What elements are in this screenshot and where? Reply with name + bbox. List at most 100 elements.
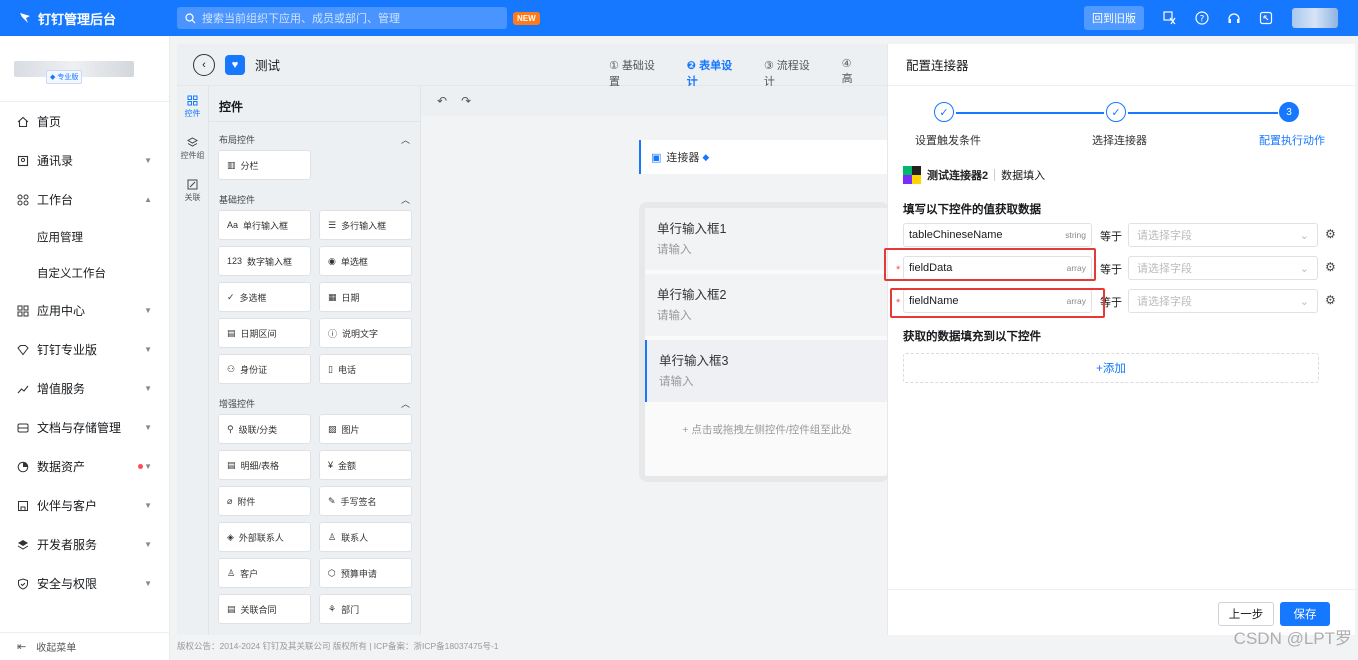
nav-item-app-center[interactable]: 应用中心 ▼ [0, 291, 169, 330]
drawer-title: 配置连接器 [888, 44, 1355, 86]
nav-sub-app-manage[interactable]: 应用管理 [0, 219, 169, 255]
group-title-layout[interactable]: 布局控件 ︿ [209, 128, 420, 150]
widget-signature[interactable]: ✎ 手写签名 [319, 486, 412, 516]
group-title-basic[interactable]: 基础控件 ︿ [209, 188, 420, 210]
connector-logo [903, 166, 921, 184]
prev-step-button[interactable]: 上一步 [1218, 602, 1274, 626]
widget-customer[interactable]: ♙ 客户 [218, 558, 311, 588]
param-field: tableChineseName string [903, 223, 1092, 247]
tab-advanced[interactable]: ④ 高 [842, 57, 865, 89]
rail-item-relation[interactable]: 关联 [177, 170, 208, 212]
search-placeholder: 搜索当前组织下应用、成员或部门、管理 [202, 13, 400, 25]
nav-label: 增值服务 [37, 382, 86, 396]
widget-text-input[interactable]: Aa 单行输入框 [218, 210, 311, 240]
app-title: 测试 [255, 59, 281, 73]
nav-item-value-added[interactable]: 增值服务 ▼ [0, 369, 169, 408]
widget-number-input[interactable]: 123 数字输入框 [218, 246, 311, 276]
widget-date[interactable]: ▦ 日期 [319, 282, 412, 312]
headset-icon[interactable] [1218, 11, 1250, 25]
widget-columns[interactable]: ▥ 分栏 [218, 150, 311, 180]
partner-icon [17, 500, 29, 512]
nav-item-partners[interactable]: 伙伴与客户 ▼ [0, 486, 169, 525]
undo-icon[interactable]: ↶ [437, 94, 447, 108]
chevron-down-icon: ▼ [144, 423, 152, 432]
gear-icon[interactable]: ⚙ [1325, 227, 1336, 241]
tab-form-design[interactable]: ❷ 表单设计 [687, 57, 742, 89]
widget-budget[interactable]: ⬡ 预算申请 [319, 558, 412, 588]
form-field-selected[interactable]: 单行输入框3 请输入 [645, 340, 889, 402]
back-button[interactable]: ‹ [193, 53, 215, 76]
chevron-left-icon: ‹ [202, 58, 206, 71]
nav-item-home[interactable]: 首页 [0, 102, 169, 141]
widget-external-contact[interactable]: ◈ 外部联系人 [218, 522, 311, 552]
drawer-stepper: ✓ ✓ 3 设置触发条件 选择连接器 配置执行动作 [888, 86, 1355, 160]
action-name: 数据填入 [1001, 170, 1046, 182]
nav-item-storage[interactable]: 文档与存储管理 ▼ [0, 408, 169, 447]
tab-flow-design[interactable]: ③ 流程设计 [764, 57, 820, 89]
redo-icon[interactable]: ↷ [461, 94, 471, 108]
widget-checkbox[interactable]: ✓ 多选框 [218, 282, 311, 312]
form-field[interactable]: 单行输入框2 请输入 [645, 274, 889, 336]
nav-item-security[interactable]: 安全与权限 ▼ [0, 564, 169, 603]
widget-date-range[interactable]: ▤ 日期区间 [218, 318, 311, 348]
nav-item-data-assets[interactable]: 数据资产 ▼ [0, 447, 169, 486]
step-label-trigger: 设置触发条件 [915, 135, 981, 147]
form-preview: 单行输入框1 请输入 单行输入框2 请输入 单行输入框3 请输入 + 点击或拖拽… [639, 202, 889, 482]
org-switcher[interactable]: ◆ 专业版 [0, 36, 169, 102]
chevron-down-icon: ▼ [144, 345, 152, 354]
gear-icon[interactable]: ⚙ [1325, 260, 1336, 274]
form-field[interactable]: 单行输入框1 请输入 [645, 208, 889, 270]
rail-label: 关联 [184, 193, 201, 202]
operator-label: 等于 [1100, 264, 1122, 276]
nav-item-contacts[interactable]: 通讯录 ▼ [0, 141, 169, 180]
field-select[interactable]: 请选择字段 ⌄ [1128, 256, 1318, 280]
drop-hint[interactable]: + 点击或拖拽左侧控件/控件组至此处 [645, 406, 889, 437]
widget-department[interactable]: ⚘ 部门 [319, 594, 412, 624]
contact-card-icon: ◈ [227, 531, 234, 542]
layers-icon [17, 539, 29, 551]
rail-item-widgets[interactable]: 控件 [177, 86, 208, 128]
person-icon: ♙ [328, 531, 337, 542]
tab-basic-settings[interactable]: ① 基础设置 [609, 57, 665, 89]
widget-radio[interactable]: ◉ 单选框 [319, 246, 412, 276]
fullscreen-icon[interactable] [1250, 11, 1282, 25]
add-button[interactable]: +添加 [903, 353, 1319, 383]
nav-label: 文档与存储管理 [37, 421, 122, 435]
widget-phone[interactable]: ▯ 电话 [319, 354, 412, 384]
widget-id-card[interactable]: ⚇ 身份证 [218, 354, 311, 384]
help-icon[interactable]: ? [1186, 11, 1218, 25]
widget-textarea[interactable]: ☰ 多行输入框 [319, 210, 412, 240]
field-select[interactable]: 请选择字段 ⌄ [1128, 223, 1318, 247]
nav-sub-custom-workbench[interactable]: 自定义工作台 [0, 255, 169, 291]
avatar[interactable] [1292, 8, 1338, 28]
save-button[interactable]: 保存 [1280, 602, 1330, 626]
field-select[interactable]: 请选择字段 ⌄ [1128, 289, 1318, 313]
select-placeholder: 请选择字段 [1137, 263, 1192, 275]
step-line [1128, 112, 1278, 114]
connector-bar[interactable]: ▣ 连接器 ◆ [639, 140, 889, 174]
widget-cascade[interactable]: ⚲ 级联/分类 [218, 414, 311, 444]
widget-panel: 控件 布局控件 ︿ ▥ 分栏 基础控件 ︿ Aa 单行输入框 ☰ 多行输入框 123 数字输… [209, 86, 421, 635]
section-title-output: 获取的数据填充到以下控件 [903, 331, 1041, 343]
nav-item-dingtalk-pro[interactable]: 钉钉专业版 ▼ [0, 330, 169, 369]
brand[interactable]: 钉钉管理后台 [0, 9, 170, 28]
columns-icon: ▥ [227, 159, 236, 170]
nav-item-developer[interactable]: 开发者服务 ▼ [0, 525, 169, 564]
widget-image[interactable]: ▨ 图片 [319, 414, 412, 444]
divider [994, 169, 996, 181]
connector-info: 测试连接器2 数据填入 [888, 162, 1355, 188]
rail-item-widget-groups[interactable]: 控件组 [177, 128, 208, 170]
widget-contract[interactable]: ▤ 关联合同 [218, 594, 311, 624]
widget-description[interactable]: ⓘ 说明文字 [319, 318, 412, 348]
widget-attachment[interactable]: ⌀ 附件 [218, 486, 311, 516]
collapse-menu-button[interactable]: ⇤ 收起菜单 [0, 632, 170, 660]
gear-icon[interactable]: ⚙ [1325, 293, 1336, 307]
widget-detail-table[interactable]: ▤ 明细/表格 [218, 450, 311, 480]
widget-contact[interactable]: ♙ 联系人 [319, 522, 412, 552]
old-version-button[interactable]: 回到旧版 [1084, 6, 1144, 30]
widget-amount[interactable]: ¥ 金额 [319, 450, 412, 480]
search-input[interactable]: 搜索当前组织下应用、成员或部门、管理 [177, 7, 507, 29]
translate-icon[interactable] [1154, 11, 1186, 25]
group-title-enhanced[interactable]: 增强控件 ︿ [209, 392, 420, 414]
nav-item-workbench[interactable]: 工作台 ▲ [0, 180, 169, 219]
